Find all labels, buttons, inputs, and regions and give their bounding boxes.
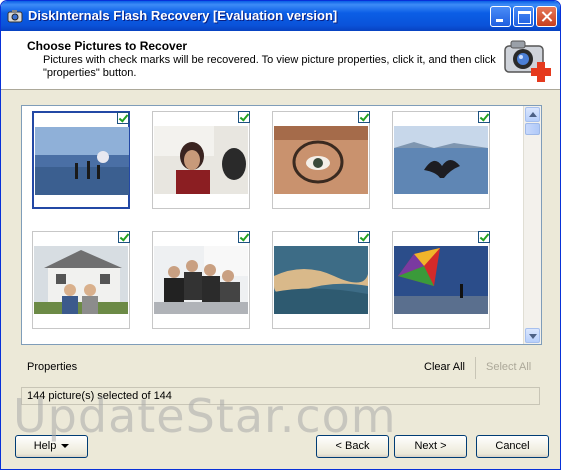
page-subtitle: Pictures with check marks will be recove…: [43, 54, 496, 79]
scroll-up-arrow-icon[interactable]: [525, 107, 540, 122]
minimize-button[interactable]: [490, 6, 511, 27]
picture-thumbnail[interactable]: [392, 231, 490, 329]
clear-all-link[interactable]: Clear All: [424, 361, 465, 373]
recover-checkbox[interactable]: [478, 231, 490, 243]
vertical-scrollbar[interactable]: [523, 106, 541, 344]
picture-gallery[interactable]: [21, 105, 542, 345]
scroll-down-arrow-icon[interactable]: [525, 328, 540, 343]
picture-thumbnail[interactable]: [152, 111, 250, 209]
back-button[interactable]: < Back: [316, 435, 389, 458]
presenter-photo: [154, 126, 248, 194]
recover-checkbox[interactable]: [358, 231, 370, 243]
next-button[interactable]: Next >: [394, 435, 467, 458]
app-window: DiskInternals Flash Recovery [Evaluation…: [0, 0, 561, 470]
help-button-label: Help: [33, 440, 57, 452]
picture-thumbnail[interactable]: [272, 231, 370, 329]
couple-house-photo: [34, 246, 128, 314]
recover-checkbox[interactable]: [117, 112, 129, 124]
select-all-link[interactable]: Select All: [486, 361, 531, 373]
page-title: Choose Pictures to Recover: [27, 39, 188, 53]
beach-photo: [35, 127, 129, 195]
cancel-button[interactable]: Cancel: [476, 435, 549, 458]
close-button[interactable]: [536, 6, 557, 27]
scroll-thumb[interactable]: [525, 123, 540, 135]
window-title: DiskInternals Flash Recovery [Evaluation…: [28, 8, 338, 23]
picture-thumbnail[interactable]: [152, 231, 250, 329]
wizard-header: Choose Pictures to Recover Pictures with…: [1, 31, 560, 90]
picture-thumbnail[interactable]: [32, 111, 130, 209]
recover-checkbox[interactable]: [118, 231, 130, 243]
dropdown-arrow-icon: [61, 444, 70, 449]
picture-thumbnail[interactable]: [272, 111, 370, 209]
maximize-button[interactable]: [513, 6, 534, 27]
meeting-photo: [154, 246, 248, 314]
app-icon: [7, 10, 23, 23]
divider: [475, 357, 476, 379]
kite-photo: [394, 246, 488, 314]
title-bar[interactable]: DiskInternals Flash Recovery [Evaluation…: [1, 1, 560, 31]
properties-link[interactable]: Properties: [27, 361, 77, 373]
recover-checkbox[interactable]: [238, 111, 250, 123]
help-button[interactable]: Help: [15, 435, 88, 458]
status-bar: 144 picture(s) selected of 144: [21, 387, 540, 405]
eye-glasses-photo: [274, 126, 368, 194]
recover-checkbox[interactable]: [358, 111, 370, 123]
recover-checkbox[interactable]: [238, 231, 250, 243]
wave-photo: [274, 246, 368, 314]
picture-thumbnail[interactable]: [32, 231, 130, 329]
camera-recovery-icon: [504, 40, 551, 82]
recover-checkbox[interactable]: [478, 111, 490, 123]
picture-thumbnail[interactable]: [392, 111, 490, 209]
whale-tail-photo: [394, 126, 488, 194]
